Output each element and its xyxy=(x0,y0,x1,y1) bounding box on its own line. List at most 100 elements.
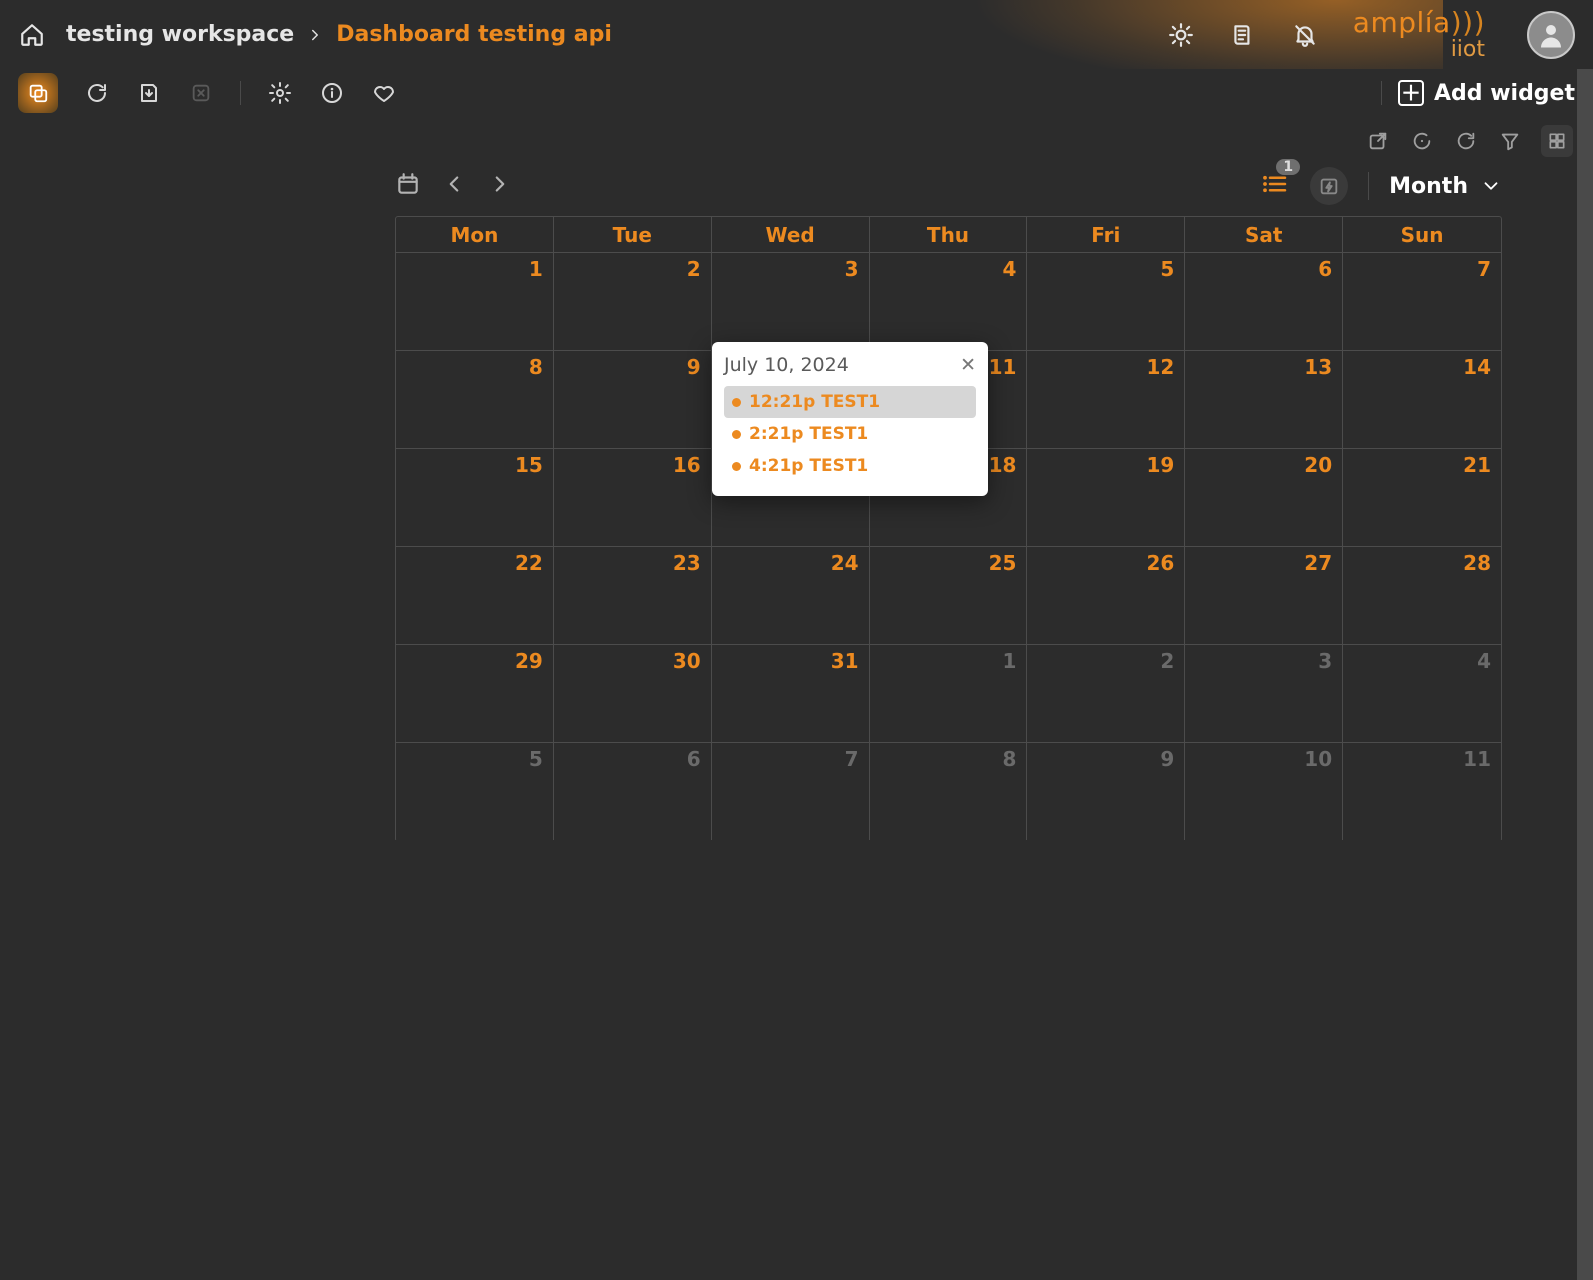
calendar-day[interactable]: 31 xyxy=(712,645,870,743)
day-number: 11 xyxy=(989,355,1017,379)
calendar-day[interactable]: 26 xyxy=(1027,547,1185,645)
calendar-day[interactable]: 3 xyxy=(1185,645,1343,743)
day-number: 19 xyxy=(1146,453,1174,477)
calendar-day[interactable]: 3 xyxy=(712,253,870,351)
calendar-day[interactable]: 2 xyxy=(1027,645,1185,743)
calendar-day[interactable]: 24 xyxy=(712,547,870,645)
calendar-day[interactable]: 4 xyxy=(1343,645,1501,743)
scrollbar-gutter[interactable] xyxy=(1577,69,1593,1280)
refresh-icon[interactable] xyxy=(84,80,110,106)
view-select[interactable]: Month xyxy=(1389,174,1502,199)
day-number: 18 xyxy=(989,453,1017,477)
dow-header: Mon xyxy=(396,217,554,253)
chevron-down-icon xyxy=(1480,175,1502,197)
calendar-day[interactable]: 10 xyxy=(1185,743,1343,841)
calendar-widget: 1 Month MonTueWedThuFriSatSun 1234567891… xyxy=(395,160,1502,842)
day-number: 5 xyxy=(1160,257,1174,281)
calendar-day[interactable]: 6 xyxy=(554,743,712,841)
calendar-day[interactable]: 9 xyxy=(1027,743,1185,841)
duplicate-icon[interactable] xyxy=(18,73,58,113)
calendar-day[interactable]: 11 xyxy=(1343,743,1501,841)
list-view-icon[interactable]: 1 xyxy=(1260,169,1290,204)
topbar: testing workspace Dashboard testing api … xyxy=(0,0,1593,69)
day-popover: July 10, 2024 ✕ 12:21p TEST12:21p TEST14… xyxy=(712,342,988,496)
dow-header: Fri xyxy=(1027,217,1185,253)
day-number: 12 xyxy=(1146,355,1174,379)
info-icon[interactable] xyxy=(319,80,345,106)
theme-icon[interactable] xyxy=(1167,21,1195,49)
calendar-day[interactable]: 30 xyxy=(554,645,712,743)
calendar-day[interactable]: 14 xyxy=(1343,351,1501,449)
day-number: 5 xyxy=(529,747,543,771)
calendar-day[interactable]: 13 xyxy=(1185,351,1343,449)
calendar-day[interactable]: 7 xyxy=(712,743,870,841)
day-number: 30 xyxy=(673,649,701,673)
next-icon[interactable] xyxy=(487,171,513,202)
calendar-day[interactable]: 27 xyxy=(1185,547,1343,645)
save-icon[interactable] xyxy=(136,80,162,106)
reload-icon[interactable] xyxy=(1453,128,1479,154)
filter-icon[interactable] xyxy=(1497,128,1523,154)
workspace-link[interactable]: testing workspace xyxy=(66,22,294,47)
day-number: 28 xyxy=(1463,551,1491,575)
calendar-day[interactable]: 22 xyxy=(396,547,554,645)
calendar-day[interactable]: 21 xyxy=(1343,449,1501,547)
day-number: 7 xyxy=(845,747,859,771)
calendar-day[interactable]: 1 xyxy=(870,645,1028,743)
close-icon[interactable]: ✕ xyxy=(960,354,976,376)
day-number: 20 xyxy=(1304,453,1332,477)
event-item[interactable]: 4:21p TEST1 xyxy=(724,450,976,482)
calendar-day[interactable]: 7 xyxy=(1343,253,1501,351)
calendar-today-icon[interactable] xyxy=(395,171,421,202)
calendar-day[interactable]: 16 xyxy=(554,449,712,547)
avatar[interactable] xyxy=(1527,11,1575,59)
empty-area xyxy=(0,840,1577,1280)
calendar-day[interactable]: 6 xyxy=(1185,253,1343,351)
day-number: 8 xyxy=(1003,747,1017,771)
comment-icon[interactable] xyxy=(1409,128,1435,154)
heart-icon[interactable] xyxy=(371,80,397,106)
day-number: 9 xyxy=(1160,747,1174,771)
home-icon[interactable] xyxy=(18,21,46,49)
calendar-day[interactable]: 28 xyxy=(1343,547,1501,645)
gear-icon[interactable] xyxy=(267,80,293,106)
calendar-day[interactable]: 12 xyxy=(1027,351,1185,449)
calendar-day[interactable]: 5 xyxy=(396,743,554,841)
prev-icon[interactable] xyxy=(441,171,467,202)
event-item[interactable]: 2:21p TEST1 xyxy=(724,418,976,450)
calendar-day[interactable]: 20 xyxy=(1185,449,1343,547)
calendar-day[interactable]: 15 xyxy=(396,449,554,547)
event-item[interactable]: 12:21p TEST1 xyxy=(724,386,976,418)
calendar-day[interactable]: 19 xyxy=(1027,449,1185,547)
day-number: 31 xyxy=(831,649,859,673)
calendar-day[interactable]: 8 xyxy=(870,743,1028,841)
calendar-grid: MonTueWedThuFriSatSun 123456789101112131… xyxy=(395,216,1502,842)
calendar-day[interactable]: 8 xyxy=(396,351,554,449)
calendar-day[interactable]: 29 xyxy=(396,645,554,743)
layout-icon[interactable] xyxy=(1541,125,1573,157)
notifications-off-icon[interactable] xyxy=(1291,21,1319,49)
event-dot xyxy=(732,398,741,407)
widget-icons xyxy=(1365,125,1573,157)
popout-icon[interactable] xyxy=(1365,128,1391,154)
calendar-day[interactable]: 1 xyxy=(396,253,554,351)
calendar-day[interactable]: 25 xyxy=(870,547,1028,645)
day-number: 26 xyxy=(1146,551,1174,575)
day-number: 11 xyxy=(1463,747,1491,771)
calendar-day[interactable]: 9 xyxy=(554,351,712,449)
day-number: 6 xyxy=(1318,257,1332,281)
day-number: 9 xyxy=(687,355,701,379)
calendar-day[interactable]: 23 xyxy=(554,547,712,645)
add-widget-button[interactable]: ＋ Add widget xyxy=(1398,80,1575,106)
day-number: 14 xyxy=(1463,355,1491,379)
dow-header: Sat xyxy=(1185,217,1343,253)
calendar-day[interactable]: 2 xyxy=(554,253,712,351)
brand-logo: amplía))) iiot xyxy=(1353,9,1485,61)
bolt-icon[interactable] xyxy=(1310,167,1348,205)
day-number: 13 xyxy=(1304,355,1332,379)
docs-icon[interactable] xyxy=(1229,21,1257,49)
calendar-day[interactable]: 4 xyxy=(870,253,1028,351)
view-separator xyxy=(1368,172,1369,200)
page-title: Dashboard testing api xyxy=(336,22,612,47)
calendar-day[interactable]: 5 xyxy=(1027,253,1185,351)
